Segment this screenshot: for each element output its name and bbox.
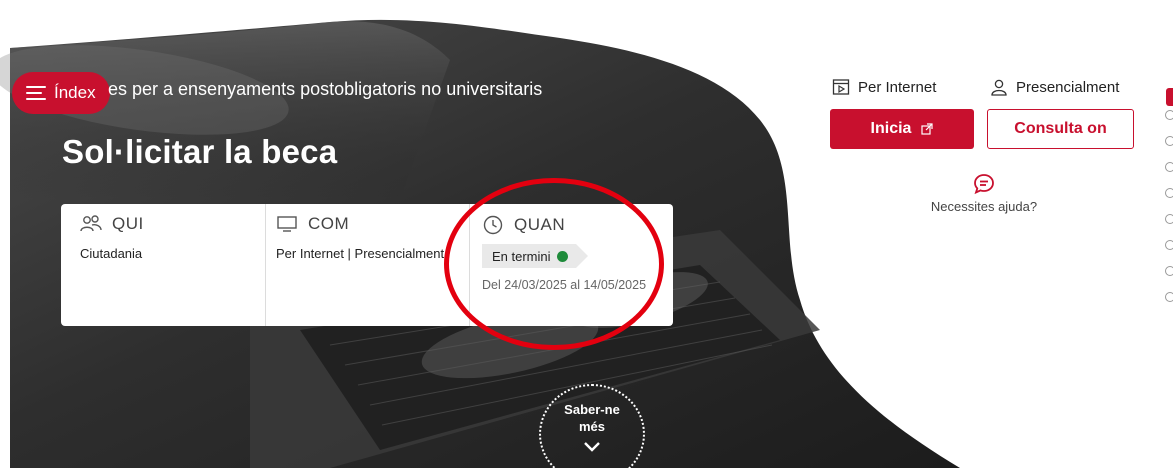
status-label: En termini <box>492 248 551 264</box>
index-button[interactable]: Índex <box>12 72 110 114</box>
online-mode: Per Internet <box>832 78 936 96</box>
side-nav-item[interactable] <box>1165 292 1173 302</box>
hero-banner: Índex es per a ensenyaments postobligato… <box>0 0 1173 468</box>
learn-more-label-2: més <box>578 419 606 434</box>
side-nav-item[interactable] <box>1165 136 1173 146</box>
person-icon <box>991 79 1007 96</box>
side-nav-item[interactable] <box>1165 188 1173 198</box>
menu-icon <box>26 86 46 100</box>
side-nav-list <box>1165 106 1173 302</box>
browser-icon <box>832 79 850 95</box>
status-dot-icon <box>556 250 568 262</box>
clock-icon <box>483 215 503 235</box>
date-range: Del 24/03/2025 al 14/05/2025 <box>482 278 647 292</box>
in-person-label: Presencialment <box>1016 78 1120 96</box>
side-nav-item[interactable] <box>1165 214 1173 224</box>
status-badge: En termini <box>482 244 588 268</box>
side-nav-item[interactable] <box>1165 266 1173 276</box>
how-column: COM Per Internet | Presencialment <box>265 204 469 326</box>
procedure-summary-card: QUI Ciutadania COM Per Internet | Presen… <box>61 204 673 326</box>
side-nav-active-marker[interactable] <box>1166 88 1173 106</box>
monitor-icon <box>277 216 297 232</box>
when-label: QUAN <box>514 215 566 234</box>
chevron-down-icon <box>584 442 600 452</box>
chat-help-icon <box>974 174 994 195</box>
start-button[interactable]: Inicia <box>830 109 974 149</box>
page-title: Sol·licitar la beca <box>62 133 338 170</box>
help-link[interactable]: Necessites ajuda? <box>896 172 1072 214</box>
who-column: QUI Ciutadania <box>61 204 265 326</box>
page-subtitle: es per a ensenyaments postobligatoris no… <box>108 79 543 99</box>
side-nav-item[interactable] <box>1165 110 1173 120</box>
people-icon <box>80 215 102 232</box>
who-value: Ciutadania <box>80 246 143 261</box>
how-label: COM <box>308 214 350 233</box>
index-button-label: Índex <box>54 83 96 102</box>
help-label: Necessites ajuda? <box>930 199 1038 214</box>
how-value: Per Internet | Presencialment <box>276 246 445 261</box>
who-label: QUI <box>112 214 144 233</box>
learn-more-label-1: Saber-ne <box>564 402 620 417</box>
consult-button-label: Consulta on <box>1014 120 1107 137</box>
start-button-label: Inicia <box>870 120 912 137</box>
online-label: Per Internet <box>858 78 937 96</box>
in-person-mode: Presencialment <box>990 78 1119 96</box>
side-nav-item[interactable] <box>1165 240 1173 250</box>
when-column: QUAN En termini Del 24/03/2025 al 14/05/… <box>469 204 673 326</box>
consult-button[interactable]: Consulta on <box>987 109 1134 149</box>
side-nav-item[interactable] <box>1165 162 1173 172</box>
external-link-icon <box>921 123 934 135</box>
